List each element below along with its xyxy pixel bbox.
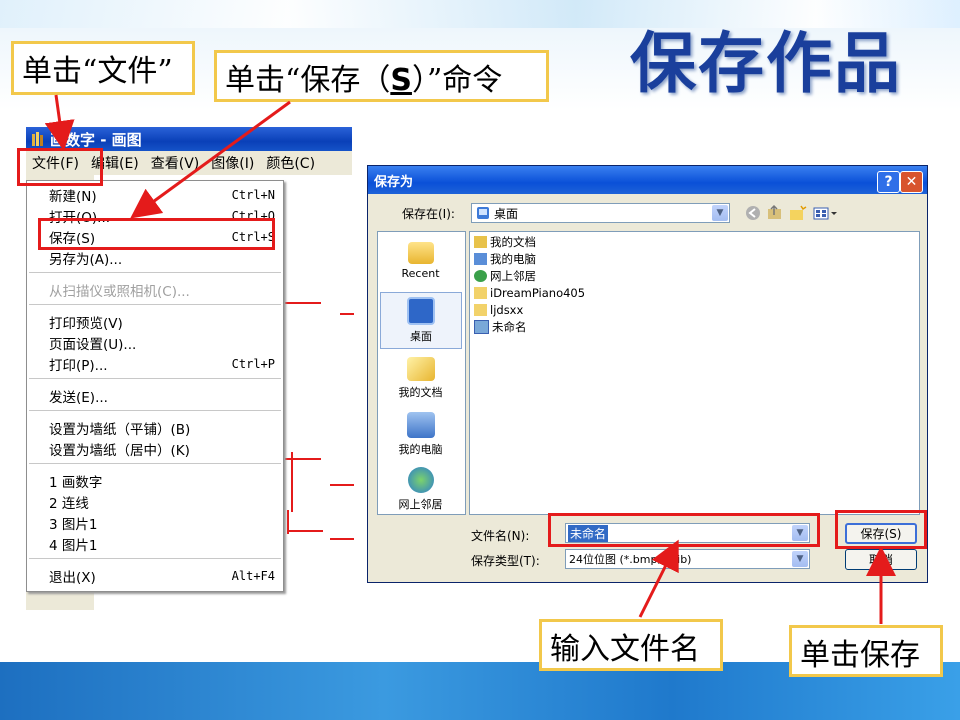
arrow-to-filename bbox=[638, 539, 679, 618]
arrow-to-save-item bbox=[130, 100, 291, 219]
annotation-arrows bbox=[44, 94, 896, 624]
arrow-to-file-menu bbox=[44, 94, 75, 151]
